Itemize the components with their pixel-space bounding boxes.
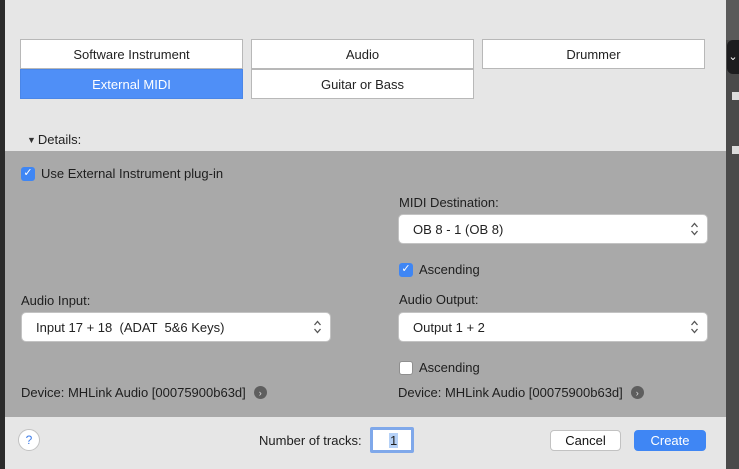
external-midi-button[interactable]: External MIDI (20, 69, 243, 99)
arrow-right-circle-icon[interactable]: › (630, 386, 644, 399)
audio-output-device-row: Device: MHLink Audio [00075900b63d] › (398, 385, 644, 400)
midi-destination-popup[interactable]: OB 8 - 1 (OB 8) (398, 214, 708, 244)
updown-arrows-icon (314, 320, 321, 334)
updown-arrows-icon (691, 222, 698, 236)
guitar-or-bass-button[interactable]: Guitar or Bass (251, 69, 474, 99)
chevron-down-icon[interactable]: ⌄ (727, 40, 739, 74)
details-label: Details: (37, 132, 82, 147)
drummer-button[interactable]: Drummer (482, 39, 705, 69)
number-of-tracks-field[interactable]: 1 (370, 427, 414, 453)
audio-output-ascending-row[interactable]: Ascending (399, 360, 480, 375)
software-instrument-button[interactable]: Software Instrument (20, 39, 243, 69)
create-button[interactable]: Create (634, 430, 706, 451)
use-external-plugin-label: Use External Instrument plug-in (41, 166, 224, 181)
audio-output-value: Output 1 + 2 (413, 319, 485, 335)
audio-output-ascending-label: Ascending (419, 360, 480, 375)
background-bar (732, 92, 739, 100)
audio-output-popup[interactable]: Output 1 + 2 (398, 312, 708, 342)
number-of-tracks-value: 1 (389, 432, 399, 448)
number-of-tracks-label: Number of tracks: (259, 433, 362, 448)
use-external-plugin-row[interactable]: ✓ Use External Instrument plug-in (21, 166, 223, 181)
sheet-footer: ? Number of tracks: 1 Cancel Create (5, 417, 726, 469)
audio-output-ascending-checkbox[interactable] (399, 360, 413, 375)
audio-input-value: Input 17 + 18 (ADAT 5&6 Keys) (36, 319, 225, 335)
audio-input-label: Audio Input: (21, 293, 91, 308)
use-external-plugin-checkbox[interactable]: ✓ (21, 166, 35, 181)
audio-output-device-text: Device: MHLink Audio [00075900b63d] (398, 385, 623, 400)
updown-arrows-icon (691, 320, 698, 334)
background-bar (732, 146, 739, 154)
new-track-sheet: Software Instrument Audio Drummer Extern… (5, 0, 726, 469)
background-right-top (726, 0, 739, 40)
midi-destination-value: OB 8 - 1 (OB 8) (413, 221, 504, 237)
audio-input-device-row: Device: MHLink Audio [00075900b63d] › (21, 385, 267, 400)
disclosure-triangle-icon: ▼ (27, 134, 36, 145)
audio-input-device-text: Device: MHLink Audio [00075900b63d] (21, 385, 246, 400)
midi-destination-label: MIDI Destination: (399, 195, 499, 210)
arrow-right-circle-icon[interactable]: › (253, 386, 267, 399)
details-panel: ✓ Use External Instrument plug-in MIDI D… (5, 151, 726, 417)
audio-output-label: Audio Output: (399, 292, 479, 307)
cancel-button[interactable]: Cancel (550, 430, 621, 451)
midi-ascending-checkbox[interactable]: ✓ (399, 262, 413, 277)
midi-ascending-row[interactable]: ✓ Ascending (399, 262, 480, 277)
midi-ascending-label: Ascending (419, 262, 480, 277)
audio-input-popup[interactable]: Input 17 + 18 (ADAT 5&6 Keys) (21, 312, 331, 342)
details-disclosure[interactable]: ▼ Details: (27, 132, 81, 147)
help-button[interactable]: ? (18, 429, 40, 451)
audio-button[interactable]: Audio (251, 39, 474, 69)
